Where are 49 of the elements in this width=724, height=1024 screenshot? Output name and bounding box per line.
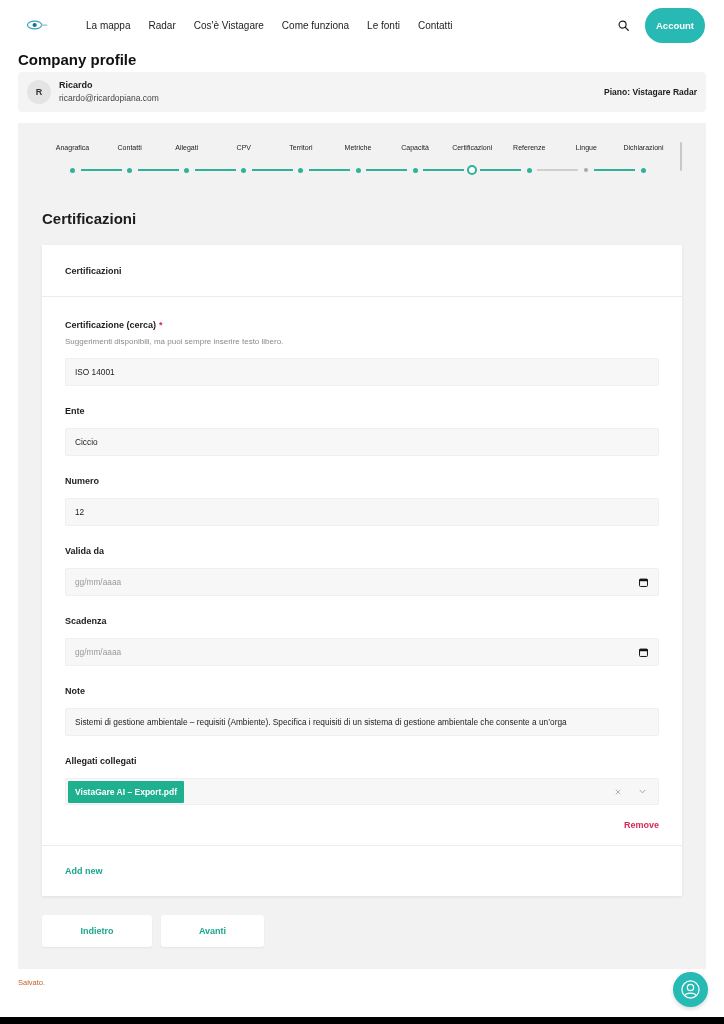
pending-step-dot[interactable]: [584, 168, 589, 172]
user-email: ricardo@ricardopiana.com: [59, 93, 159, 104]
avatar: R: [27, 80, 51, 104]
field-label: Allegati collegati: [65, 756, 137, 766]
field-label: Ente: [65, 406, 85, 416]
field-label: Note: [65, 686, 85, 696]
field-label: Numero: [65, 476, 99, 486]
completed-step-dot[interactable]: [298, 167, 304, 173]
section-title: Certificazioni: [42, 210, 138, 228]
completed-step-dot[interactable]: [412, 167, 418, 173]
field-label: Certificazione (cerca): [65, 320, 157, 330]
completed-step-dot[interactable]: [70, 167, 76, 173]
search-icon[interactable]: [618, 19, 629, 31]
calendar-icon[interactable]: [639, 578, 648, 587]
completed-step-dot[interactable]: [184, 167, 190, 173]
completed-step-dot[interactable]: [355, 167, 361, 173]
nav-link[interactable]: Contatti: [417, 19, 453, 31]
text-input[interactable]: Ciccio: [65, 428, 659, 456]
remove-link[interactable]: Remove: [624, 819, 659, 831]
date-input[interactable]: gg/mm/aaaa: [65, 568, 659, 596]
current-step-ring[interactable]: [467, 165, 478, 175]
nav-link[interactable]: La mappa: [86, 19, 131, 31]
support-button[interactable]: [673, 972, 708, 1007]
page-title: Company profile: [18, 51, 138, 69]
nav-link[interactable]: Le fonti: [367, 19, 400, 31]
text-input[interactable]: Sistemi di gestione ambientale – requisiti (Ambiente). Specifica i requisiti di un sistema di gestione ambientale che consente a un’orga: [65, 708, 659, 736]
plan-label: Piano: Vistagare Radar: [604, 87, 697, 97]
text-input[interactable]: 12: [65, 498, 659, 526]
completed-step-dot[interactable]: [127, 167, 133, 173]
logo-icon[interactable]: [27, 20, 48, 30]
completed-step-dot[interactable]: [640, 167, 646, 173]
field-label: Scadenza: [65, 616, 107, 626]
scrollbar[interactable]: [680, 142, 682, 171]
calendar-icon[interactable]: [639, 648, 648, 657]
clear-icon[interactable]: [615, 788, 621, 795]
field-hint: Suggerimenti disponibili, ma puoi sempre inserire testo libero.: [65, 336, 285, 347]
chevron-down-icon[interactable]: [639, 789, 646, 794]
text-input[interactable]: ISO 14001: [65, 358, 659, 386]
date-input[interactable]: gg/mm/aaaa: [65, 638, 659, 666]
field-label: Valida da: [65, 546, 105, 556]
nav-link[interactable]: Cos'è Vistagare: [193, 19, 264, 31]
required-mark: *: [159, 320, 163, 330]
user-icon: [681, 980, 700, 999]
card-title: Certificazioni: [65, 265, 122, 276]
nav-link[interactable]: Radar: [148, 19, 176, 31]
user-name: Ricardo: [59, 80, 94, 91]
nav-link[interactable]: Come funziona: [281, 19, 350, 31]
completed-step-dot[interactable]: [526, 167, 532, 173]
completed-step-dot[interactable]: [241, 167, 247, 173]
